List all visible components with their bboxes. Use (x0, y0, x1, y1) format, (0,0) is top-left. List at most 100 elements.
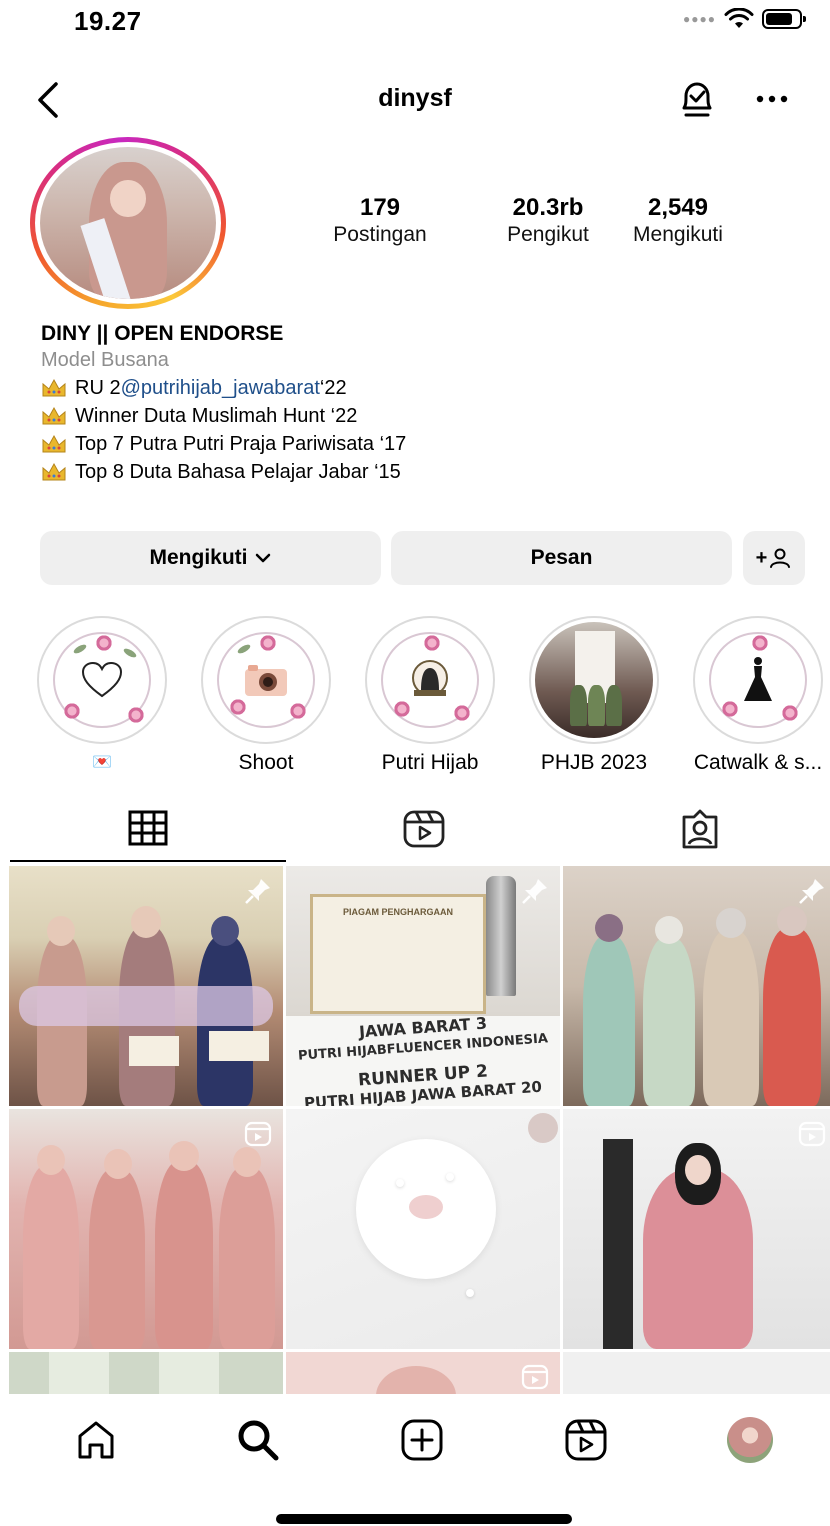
reel-badge-icon (521, 1364, 549, 1390)
pin-icon (799, 879, 824, 904)
battery-icon (762, 9, 806, 29)
pin-icon (245, 879, 270, 904)
avatar-border (35, 142, 221, 304)
bio-line-text: Winner Duta Muslimah Hunt ‘22 (75, 405, 358, 427)
nav-profile[interactable] (724, 1414, 776, 1466)
bio-mention-link[interactable]: @putrihijab_jawabarat (121, 374, 320, 402)
reels-icon (565, 1419, 607, 1461)
highlight-cover (699, 622, 817, 738)
following-button[interactable]: Mengikuti (40, 531, 381, 585)
highlight-item[interactable]: Shoot (198, 616, 334, 776)
nav-create[interactable] (396, 1414, 448, 1466)
post-tile[interactable] (563, 866, 830, 1106)
stat-following-value: 2,549 (647, 194, 709, 221)
stat-followers[interactable]: 20.3rb Pengikut (484, 194, 612, 248)
wifi-icon (724, 8, 754, 28)
chevron-down-icon (255, 553, 270, 563)
nav-home[interactable] (70, 1414, 122, 1466)
profile-actions: Mengikuti Pesan + (40, 531, 805, 585)
home-icon (78, 1421, 114, 1459)
camera-icon (245, 665, 287, 696)
post-tile[interactable] (563, 1109, 830, 1349)
highlight-circle (365, 616, 495, 744)
tab-reels[interactable] (286, 796, 562, 862)
story-highlights: 💌 Shoot Putri Hijab PHJB 2023 Catwalk & … (34, 616, 830, 774)
highlight-item[interactable]: 💌 (34, 616, 170, 776)
highlight-label: Shoot (238, 751, 294, 774)
bio-display-name: DINY || OPEN ENDORSE (41, 322, 284, 345)
highlight-circle (201, 616, 331, 744)
bio-line: Top 8 Duta Bahasa Pelajar Jabar ‘15 (41, 458, 801, 486)
person-icon (770, 548, 791, 568)
bio-line-text: RU 2 (75, 377, 121, 399)
grid-icon (128, 810, 168, 846)
dress-icon (744, 657, 772, 701)
post-tile[interactable] (9, 1352, 283, 1394)
highlight-label: 💌 (92, 754, 112, 771)
profile-avatar[interactable] (30, 137, 226, 309)
status-bar: 19.27 ●●●● (0, 0, 830, 48)
stat-following[interactable]: 2,549 Mengikuti (612, 194, 744, 248)
crown-icon (41, 378, 67, 398)
post-tile[interactable] (9, 1109, 283, 1349)
more-options-button[interactable] (752, 84, 792, 114)
status-icons: ●●●● (683, 8, 806, 30)
highlight-item[interactable]: PHJB 2023 (526, 616, 662, 776)
add-plus-label: + (755, 546, 768, 569)
profile-bio: DINY || OPEN ENDORSE Model Busana RU 2 @… (41, 320, 801, 486)
highlight-cover (43, 622, 161, 738)
profile-stats: 179 Postingan 20.3rb Pengikut 2,549 Meng… (318, 194, 768, 248)
reel-badge-icon (798, 1121, 826, 1147)
highlight-circle (37, 616, 167, 744)
posts-grid: PIAGAM PENGHARGAAN JAWA BARAT 3 PUTRI HI… (9, 866, 830, 1394)
notifications-button[interactable] (676, 78, 718, 122)
highlight-item[interactable]: Putri Hijab (362, 616, 498, 776)
message-button-label: Pesan (530, 546, 593, 569)
post-tile[interactable] (286, 1352, 560, 1394)
nav-search[interactable] (232, 1414, 284, 1466)
bio-line-text: Top 8 Duta Bahasa Pelajar Jabar ‘15 (75, 461, 401, 483)
stat-following-label: Mengikuti (633, 223, 723, 246)
bio-line: RU 2 @putrihijab_jawabarat ‘22 (41, 374, 801, 402)
suggest-people-button[interactable]: + (743, 531, 805, 585)
stat-posts-value: 179 (359, 194, 401, 221)
post-tile[interactable] (563, 1352, 830, 1394)
bio-line: Top 7 Putra Putri Praja Pariwisata ‘17 (41, 430, 801, 458)
home-indicator[interactable] (276, 1514, 572, 1524)
stat-posts[interactable]: 179 Postingan (318, 194, 442, 248)
nav-reels[interactable] (560, 1414, 612, 1466)
post-tile[interactable]: PIAGAM PENGHARGAAN JAWA BARAT 3 PUTRI HI… (286, 866, 560, 1106)
heart-icon (81, 661, 123, 698)
message-button[interactable]: Pesan (391, 531, 732, 585)
bio-line-text: Top 7 Putra Putri Praja Pariwisata ‘17 (75, 433, 407, 455)
certificate-title: PIAGAM PENGHARGAAN (342, 907, 453, 917)
post-tile[interactable] (9, 866, 283, 1106)
more-dots-icon (756, 95, 788, 103)
stat-posts-label: Postingan (333, 223, 427, 246)
reel-badge-icon (244, 1121, 272, 1147)
hijab-logo-icon (412, 660, 448, 696)
bio-line: Winner Duta Muslimah Hunt ‘22 (41, 402, 801, 430)
bio-category: Model Busana (41, 349, 169, 371)
top-nav: dinysf (0, 76, 830, 126)
add-post-icon (401, 1419, 443, 1461)
highlight-item[interactable]: Catwalk & s... (690, 616, 826, 776)
crown-icon (41, 434, 67, 454)
post-tile[interactable] (286, 1109, 560, 1349)
tab-tagged[interactable] (562, 796, 830, 862)
crown-icon (41, 406, 67, 426)
tab-posts-grid[interactable] (10, 796, 286, 862)
status-time: 19.27 (74, 6, 142, 36)
highlight-cover (371, 622, 489, 738)
highlight-label: Putri Hijab (381, 751, 479, 774)
search-icon (238, 1420, 279, 1461)
reels-icon (403, 810, 445, 848)
tagged-icon (682, 809, 718, 849)
profile-avatar-small (727, 1417, 773, 1463)
bio-line-suffix: ‘22 (319, 377, 347, 399)
highlight-label: PHJB 2023 (540, 751, 648, 774)
highlight-cover-photo (535, 622, 653, 738)
crown-icon (41, 462, 67, 482)
highlight-circle (693, 616, 823, 744)
bell-check-icon (682, 82, 712, 117)
